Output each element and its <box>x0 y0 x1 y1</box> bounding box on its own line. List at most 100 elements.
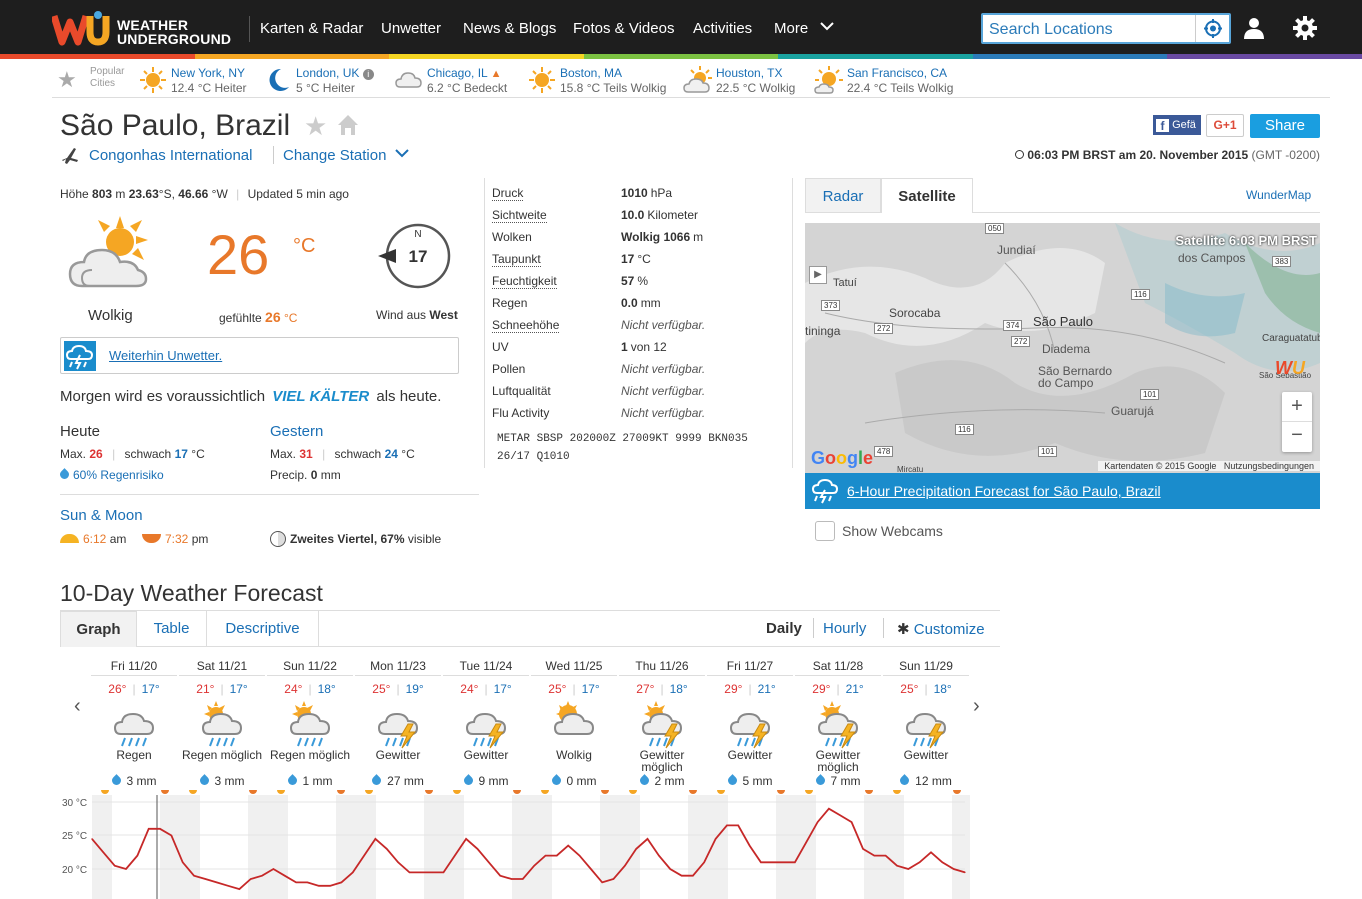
forecast-day[interactable]: Fri 11/20 26° | 17° Regen 3 mm <box>91 656 177 796</box>
forecast-day[interactable]: Tue 11/24 24° | 17° Gewitter 9 mm <box>443 656 529 796</box>
current-condition: Wolkig <box>88 307 133 324</box>
nav-activities[interactable]: Activities <box>693 20 752 37</box>
google-plus-button[interactable]: G+1 <box>1206 114 1244 137</box>
popular-label-line2: Cities <box>90 78 116 89</box>
condition-value: 0.0 mm <box>621 296 661 310</box>
view-daily[interactable]: Daily <box>766 620 802 637</box>
gear-icon[interactable] <box>1292 15 1318 41</box>
map-place-sao-bernardo: São Bernardo do Campo <box>1038 364 1113 390</box>
yesterday-link[interactable]: Gestern <box>270 423 323 440</box>
satellite-map[interactable]: Satellite 6:03 PM BRST Jundiaí dos Campo… <box>805 223 1320 473</box>
forecast-temps: 26° | 17° <box>108 682 160 696</box>
tab-table[interactable]: Table <box>137 611 207 647</box>
forecast-day[interactable]: Sat 11/21 21° | 17° Regen möglich 3 mm <box>179 656 265 796</box>
nav-more[interactable]: More <box>774 20 835 37</box>
forecast-day[interactable]: Wed 11/25 25° | 17° Wolkig 0 mm <box>531 656 617 796</box>
favorite-star-icon[interactable]: ★ <box>304 111 327 142</box>
current-temperature: 26 <box>207 223 270 286</box>
condition-label[interactable]: Sichtweite <box>492 208 547 223</box>
webcams-checkbox[interactable] <box>815 521 835 541</box>
partly-cloudy-icon <box>553 701 595 735</box>
search-input[interactable]: Search Locations <box>989 21 1113 39</box>
map-place-sorocaba: Sorocaba <box>889 306 941 320</box>
sun-moon-heading[interactable]: Sun & Moon <box>60 507 143 524</box>
night-band <box>268 795 288 899</box>
yesterday-wind-label: schwach <box>334 447 382 461</box>
condition-label[interactable]: Schneehöhe <box>492 318 560 333</box>
partly-cloudy-icon <box>814 66 843 94</box>
temperature-point <box>510 878 513 880</box>
nav-severe-weather[interactable]: Unwetter <box>381 20 441 37</box>
map-place-mircatu: Mircatu <box>897 465 924 473</box>
station-name[interactable]: Congonhas International <box>89 147 252 164</box>
view-hourly[interactable]: Hourly <box>823 620 866 637</box>
forecast-day[interactable]: Fri 11/27 29° | 21° Gewitter 5 mm <box>707 656 793 796</box>
forecast-day-label: Sun 11/29 <box>883 656 969 676</box>
severe-alert-box[interactable]: Weiterhin Unwetter. <box>60 337 459 374</box>
forecast-low: 21° <box>845 682 864 696</box>
condition-label[interactable]: Feuchtigkeit <box>492 274 557 289</box>
map-attribution[interactable]: Kartendaten © 2015 Google Nutzungsbeding… <box>1098 461 1320 471</box>
wundermap-link[interactable]: WunderMap <box>1246 188 1311 202</box>
zoom-in-button[interactable]: + <box>1282 392 1312 422</box>
change-station-button[interactable]: Change Station <box>283 147 409 164</box>
temperature-point <box>896 865 898 867</box>
tab-graph[interactable]: Graph <box>60 611 137 647</box>
star-icon[interactable]: ★ <box>57 67 77 93</box>
wind-direction: West <box>429 308 458 322</box>
tab-descriptive[interactable]: Descriptive <box>207 611 319 647</box>
temperature-point <box>431 871 433 873</box>
tab-radar[interactable]: Radar <box>805 178 881 213</box>
sunset-marker-icon <box>953 790 961 794</box>
forecast-precip-amount: 27 mm <box>387 774 424 788</box>
forecast-day[interactable]: Sun 11/22 24° | 18° Regen möglich 1 mm <box>267 656 353 796</box>
forecast-day[interactable]: Mon 11/23 25° | 19° Gewitter 27 mm <box>355 656 441 796</box>
nav-news-blogs[interactable]: News & Blogs <box>463 20 556 37</box>
temperature-point <box>442 871 445 873</box>
temperature-point <box>692 875 694 877</box>
forecast-day[interactable]: Thu 11/26 27° | 18° Gewitter möglich 2 mm <box>619 656 705 796</box>
popular-label-line1: Popular <box>90 66 125 77</box>
condition-value: Wolkig 1066 m <box>621 230 703 244</box>
nav-maps-radar[interactable]: Karten & Radar <box>260 20 363 37</box>
map-place-caraguatatuba: Caraguatatub <box>1262 333 1320 344</box>
yesterday-separator: | <box>322 447 326 461</box>
facebook-like-button[interactable]: f Gefä <box>1153 115 1201 135</box>
previous-arrow-icon[interactable]: ‹ <box>74 695 81 718</box>
user-icon[interactable] <box>1243 17 1265 39</box>
alert-link[interactable]: Weiterhin Unwetter. <box>109 348 222 363</box>
warning-icon[interactable]: ▲ <box>491 68 502 80</box>
share-button[interactable]: Share <box>1250 114 1320 138</box>
chance-rain-icon <box>289 701 331 747</box>
wind-speed: 17 <box>409 247 428 266</box>
clock-icon <box>1015 150 1025 159</box>
info-icon[interactable]: i <box>362 69 374 80</box>
condition-label[interactable]: Taupunkt <box>492 252 541 267</box>
temperature-point <box>953 868 955 870</box>
temperature-point <box>363 855 365 857</box>
facebook-like-label: Gefä <box>1172 119 1196 131</box>
forecast-day-label: Sun 11/22 <box>267 656 353 676</box>
zoom-out-button[interactable]: − <box>1282 422 1312 452</box>
next-arrow-icon[interactable]: › <box>973 695 980 718</box>
popular-city-condition: 15.8 °C Teils Wolkig <box>560 81 667 95</box>
locate-button[interactable] <box>1195 15 1229 42</box>
tab-satellite[interactable]: Satellite <box>881 178 973 213</box>
condition-label[interactable]: Druck <box>492 186 524 201</box>
storm-alert-icon <box>64 341 96 371</box>
wu-logo-icon[interactable] <box>52 10 110 46</box>
sunset-time: 7:32 <box>165 532 189 546</box>
home-icon[interactable] <box>336 113 360 137</box>
nav-photos-videos[interactable]: Fotos & Videos <box>573 20 674 37</box>
forecast-day[interactable]: Sun 11/29 25° | 18° Gewitter 12 mm <box>883 656 969 796</box>
night-band <box>796 795 816 899</box>
temperature-point <box>873 855 875 857</box>
search-box[interactable]: Search Locations <box>981 13 1231 44</box>
customize-button[interactable]: ✱ Customize <box>897 620 985 638</box>
yesterday-max-label: Max. <box>270 447 297 461</box>
forecast-condition: Gewitter <box>903 748 949 762</box>
precip-forecast-link[interactable]: 6-Hour Precipitation Forecast for São Pa… <box>847 483 1161 499</box>
forecast-day[interactable]: Sat 11/28 29° | 21° Gewitter möglich 7 mm <box>795 656 881 796</box>
precip-forecast-bar[interactable]: 6-Hour Precipitation Forecast for São Pa… <box>805 473 1320 509</box>
play-animation-button[interactable]: ▶ <box>809 266 827 284</box>
